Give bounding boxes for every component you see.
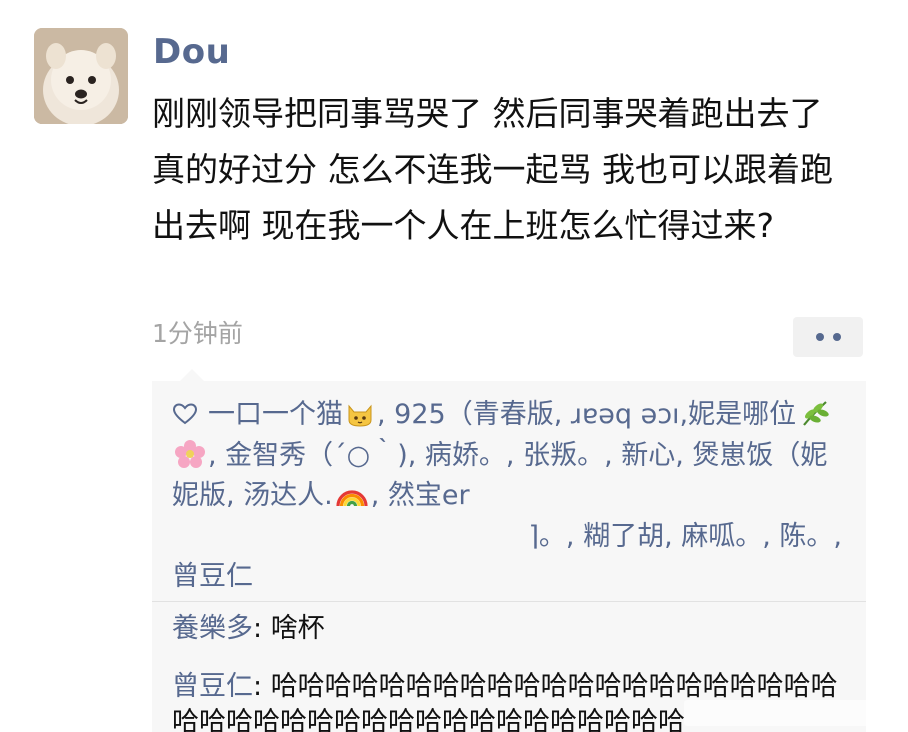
heart-outline-icon [172,403,198,425]
post-username[interactable]: Dou [153,30,230,74]
like-names-2[interactable]: , 925（青春版, ɹɐǝq ǝɔı,妮是哪位 [377,399,796,430]
like-names-3[interactable]: , 金智秀（´○｀), 病娇。, 张叛。, 新心, 煲崽饭（妮妮版, 汤达人. [172,440,827,512]
flower-emoji-icon [175,439,205,468]
cat-emoji-icon [348,404,372,427]
likes-comments-panel: 一口一个猫 , 925（青春版, ɹɐǝq ǝɔı,妮是哪位 , 金智秀（´○｀… [152,369,866,732]
rainbow-emoji-icon [336,490,368,507]
post-text: 刚刚领导把同事骂哭了 然后同事哭着跑出去了 真的好过分 怎么不连我一起骂 我也可… [152,94,833,245]
comment-text: 啥杯 [270,613,325,644]
comment-colon: : [253,613,271,644]
moments-post: Dou 刚刚领导把同事骂哭了 然后同事哭着跑出去了 真的好过分 怎么不连我一起骂… [0,0,908,732]
likes-list: 一口一个猫 , 925（青春版, ɹɐǝq ǝɔı,妮是哪位 , 金智秀（´○｀… [172,395,854,598]
dot-icon [815,333,824,341]
dot-icon [832,333,841,341]
like-names-5[interactable]: ⌉。, 糊了胡, 麻呱。, 陈。, 曾豆仁 [172,521,842,593]
watermark [684,700,874,726]
avatar[interactable] [34,28,128,124]
post-timestamp: 1分钟前 [152,319,243,348]
divider [152,601,866,602]
comment-author[interactable]: 養樂多 [172,613,253,644]
dog-avatar-icon [34,28,128,124]
like-names-1[interactable]: 一口一个猫 [208,399,343,430]
comment-colon: : [253,671,271,702]
more-actions-button[interactable] [793,317,863,357]
like-names-4[interactable]: , 然宝er [371,480,470,511]
herb-emoji-icon [803,401,829,426]
panel-caret [180,369,204,381]
comment-author[interactable]: 曾豆仁 [172,671,253,702]
comment-item[interactable]: 養樂多: 啥杯 [172,611,854,647]
